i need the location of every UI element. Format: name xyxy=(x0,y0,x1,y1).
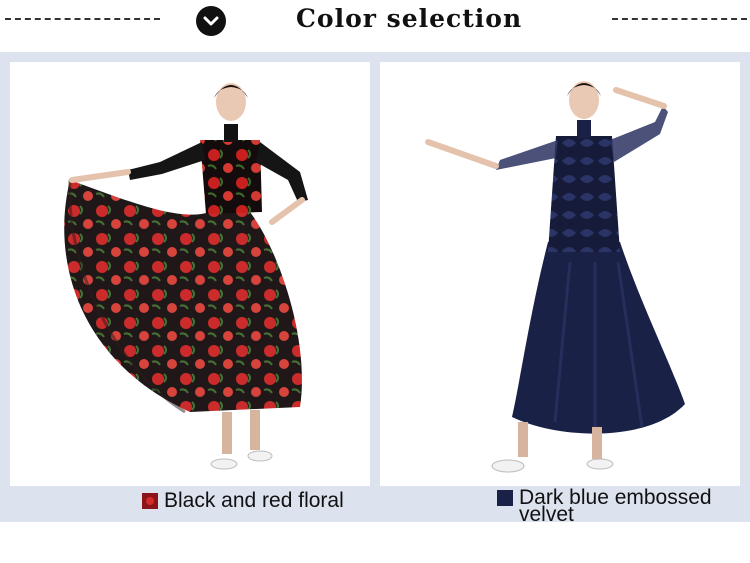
dark-blue-swatch-icon xyxy=(497,490,513,506)
header-divider-right xyxy=(612,18,747,20)
section-title: Color selection xyxy=(296,4,523,33)
red-floral-swatch-icon xyxy=(142,493,158,509)
color-option-dark-blue-velvet[interactable]: Dark blue embossed velvet xyxy=(497,486,745,526)
chevron-down-icon xyxy=(196,6,226,36)
color-option-red-floral[interactable]: Black and red floral xyxy=(142,489,344,512)
color-option-label: Dark blue embossed velvet xyxy=(519,486,712,526)
header-divider-left xyxy=(5,18,160,20)
color-option-label: Black and red floral xyxy=(164,489,344,512)
color-options-panel: Black and red floral Dark blue embossed … xyxy=(0,52,750,526)
dress-photo-dark-blue-velvet[interactable] xyxy=(380,62,740,486)
dress-photo-red-floral[interactable] xyxy=(10,62,370,486)
